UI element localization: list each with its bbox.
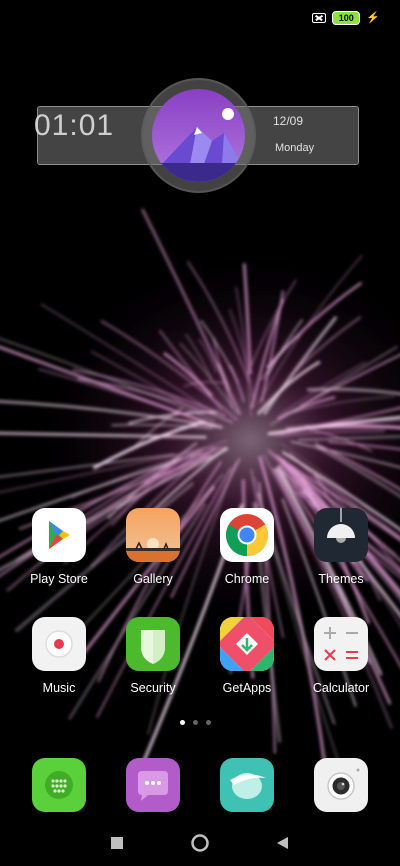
app-music[interactable]: Music — [14, 617, 104, 695]
app-getapps[interactable]: GetApps — [202, 617, 292, 695]
app-calculator[interactable]: Calculator — [296, 617, 386, 695]
battery-level: 100 — [338, 13, 354, 23]
gallery-icon — [126, 508, 180, 562]
app-label: GetApps — [222, 681, 272, 695]
getapps-icon — [220, 617, 274, 671]
play-store-icon — [32, 508, 86, 562]
no-sim-icon — [312, 13, 327, 23]
app-label: Calculator — [312, 681, 370, 695]
camera-icon[interactable] — [314, 758, 368, 812]
app-security[interactable]: Security — [108, 617, 198, 695]
app-label: Gallery — [133, 572, 173, 586]
recents-button[interactable] — [97, 825, 137, 861]
app-chrome[interactable]: Chrome — [202, 508, 292, 586]
battery-icon: 100 — [332, 11, 361, 25]
themes-icon — [314, 508, 368, 562]
app-themes[interactable]: Themes — [296, 508, 386, 586]
page-indicator[interactable] — [180, 720, 211, 725]
charging-bolt-icon: ⚡ — [366, 11, 380, 24]
clock-date: 12/09 — [273, 114, 304, 128]
page-dot[interactable] — [193, 720, 198, 725]
calculator-icon — [314, 617, 368, 671]
browser-icon[interactable] — [220, 758, 274, 812]
navigation-bar — [0, 825, 400, 861]
status-bar: 100 ⚡ — [312, 8, 380, 28]
phone-dialer-icon[interactable] — [32, 758, 86, 812]
home-button[interactable] — [180, 825, 220, 861]
app-label: Security — [130, 681, 176, 695]
mountain-art-icon — [152, 89, 245, 182]
back-triangle-icon — [277, 837, 288, 849]
music-icon — [32, 617, 86, 671]
clock-time: 01:01 — [34, 109, 115, 142]
square-icon — [111, 837, 123, 849]
app-play-store[interactable]: Play Store — [14, 508, 104, 586]
security-icon — [126, 617, 180, 671]
page-dot[interactable] — [180, 720, 185, 725]
page-dot[interactable] — [206, 720, 211, 725]
messaging-icon[interactable] — [126, 758, 180, 812]
app-gallery[interactable]: Gallery — [108, 508, 198, 586]
clock-weekday: Monday — [275, 142, 315, 154]
circle-icon — [191, 834, 209, 852]
chrome-icon — [220, 508, 274, 562]
app-label: Chrome — [224, 572, 270, 586]
app-label: Themes — [318, 572, 364, 586]
app-label: Play Store — [30, 572, 88, 586]
back-button[interactable] — [262, 825, 302, 861]
app-label: Music — [42, 681, 76, 695]
